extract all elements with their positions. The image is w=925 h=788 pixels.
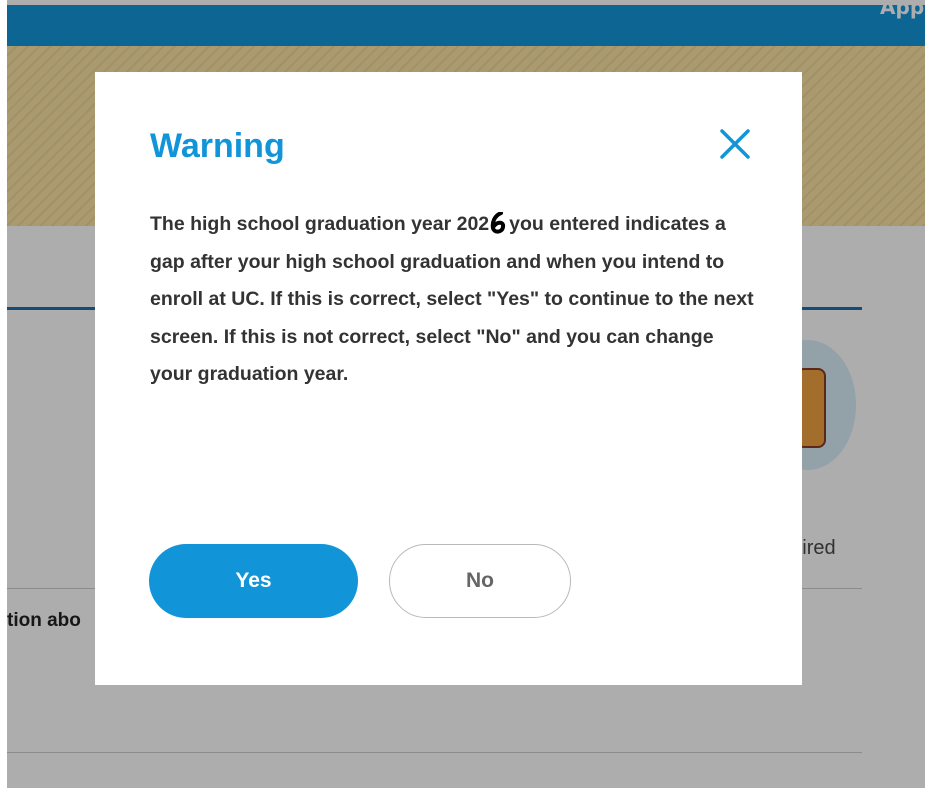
warning-dialog: Warning The high school graduation year … xyxy=(95,72,802,685)
close-icon xyxy=(720,129,750,159)
close-button[interactable] xyxy=(715,124,755,164)
dialog-title: Warning xyxy=(150,127,285,165)
message-text-start: The high school graduation year 202 xyxy=(150,213,490,235)
message-text-end: you entered indicates a gap after your h… xyxy=(150,213,754,385)
handwritten-digit-mark xyxy=(490,212,506,234)
dialog-message: The high school graduation year 202 you e… xyxy=(150,206,760,394)
yes-button[interactable]: Yes xyxy=(149,544,358,618)
no-button[interactable]: No xyxy=(389,544,571,618)
